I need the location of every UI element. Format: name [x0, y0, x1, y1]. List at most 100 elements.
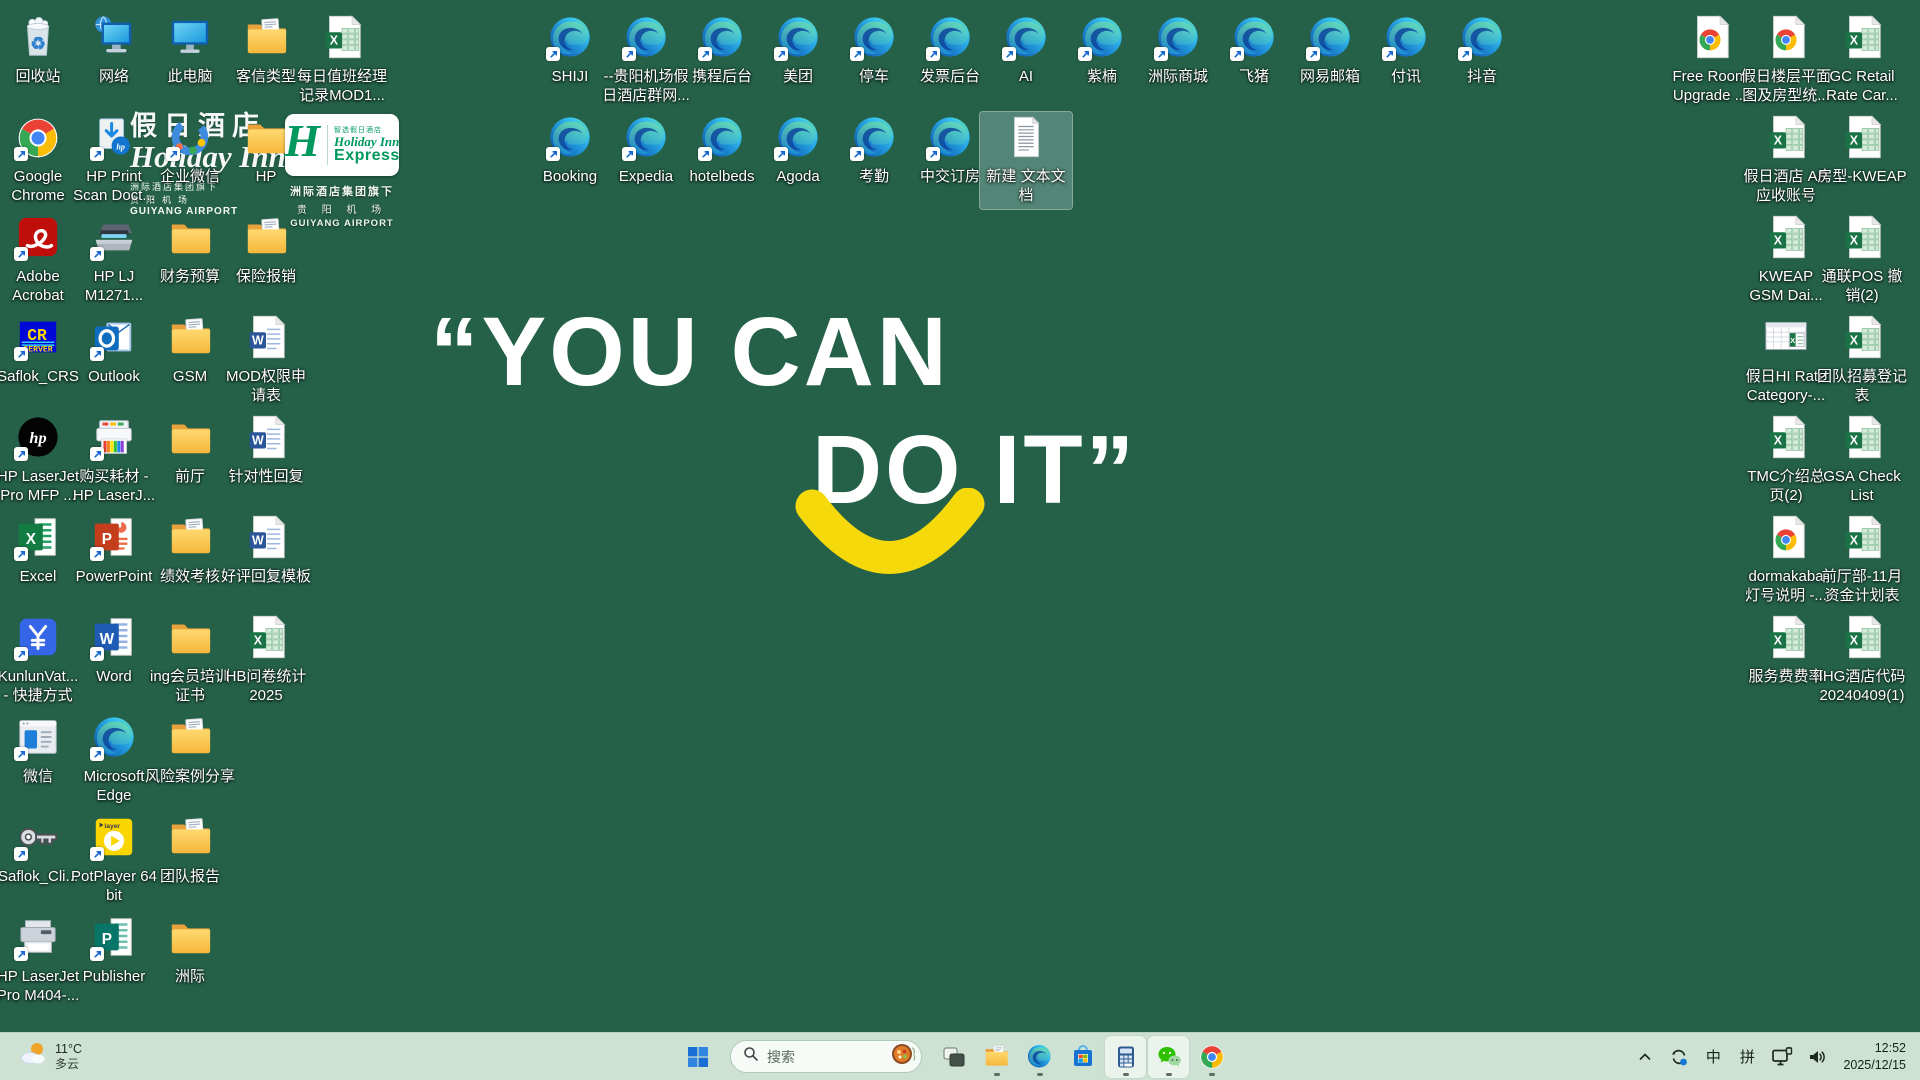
desktop-icon-label: AI: [1019, 67, 1033, 86]
desktop-icon-67-xlsfile[interactable]: X团队招募登记表: [1816, 312, 1908, 405]
taskbar-calculator-button[interactable]: [1105, 1036, 1146, 1078]
desktop-icon-label: 洲际: [175, 967, 205, 986]
xlsfile-icon: X: [1762, 114, 1810, 162]
express-sub1: 洲际酒店集团旗下: [290, 183, 394, 199]
desktop-icon-label: GSM: [173, 367, 207, 386]
desktop-icon-32-folderdocs[interactable]: 风险案例分享: [144, 712, 236, 786]
taskbar-edge-button[interactable]: [1019, 1036, 1060, 1078]
desktop-icon-label: HP LJ M1271...: [85, 267, 143, 305]
svg-text:X: X: [1850, 534, 1859, 548]
search-doodle-icon[interactable]: [890, 1041, 916, 1072]
desktop-icon-label: 回收站: [15, 67, 60, 86]
txt-icon: [1002, 114, 1050, 162]
desktop-icon-63-xlsfile[interactable]: X房型-KWEAP: [1816, 112, 1908, 186]
desktop-icon-label: 每日值班经理 记录MOD1...: [297, 67, 387, 105]
taskbar-task-view-button[interactable]: [933, 1036, 974, 1078]
desktop-icon-51-edge[interactable]: 抖音: [1436, 12, 1528, 86]
ime-language-button[interactable]: 中: [1699, 1038, 1727, 1076]
svg-text:P: P: [102, 531, 112, 548]
weather-icon: [18, 1039, 48, 1074]
ime-mode-button[interactable]: 拼: [1733, 1038, 1761, 1076]
running-indicator: [1209, 1073, 1215, 1076]
desktop-icon-label: Adobe Acrobat: [12, 267, 64, 305]
shortcut-arrow-icon: [14, 347, 28, 361]
desktop-icon-65-xlsfile[interactable]: X通联POS 撤 销(2): [1816, 212, 1908, 305]
crs-icon: CR SERVER: [14, 314, 62, 362]
desktop-icon-label: KWEAP GSM Dai...: [1749, 267, 1822, 305]
weather-condition: 多云: [55, 1057, 82, 1071]
desktop-icon-69-xlsfile[interactable]: XGSA Check List: [1816, 412, 1908, 505]
start-button[interactable]: [676, 1036, 720, 1078]
desktop-icon-35-folderdocs[interactable]: 团队报告: [144, 812, 236, 886]
chevron-up-icon[interactable]: [1631, 1038, 1659, 1076]
desktop-icon-label: 针对性回复: [228, 467, 303, 486]
desktop-icon-label: Saflok_Cli...: [0, 867, 78, 886]
desktop-icon-25-wordfile[interactable]: W好评回复模板: [220, 512, 312, 586]
sync-status-icon[interactable]: [1665, 1038, 1693, 1076]
desktop-icon-61-xlsfile[interactable]: XGC Retail Rate Car...: [1816, 12, 1908, 105]
chromefile-icon: [1762, 514, 1810, 562]
xlsfile-icon: X: [1838, 14, 1886, 62]
desktop-icon-71-xlsfile[interactable]: X前厅部-11月 资金计划表: [1816, 512, 1908, 605]
xlapp-icon: X: [14, 514, 62, 562]
desktop-icon-73-xlsfile[interactable]: XIHG酒店代码 20240409(1): [1816, 612, 1908, 705]
xlsthumb-icon: X: [1762, 314, 1810, 362]
shortcut-arrow-icon: [1458, 47, 1472, 61]
hpprint-icon: hp: [90, 114, 138, 162]
desktop-icon-label: IHG酒店代码 20240409(1): [1819, 667, 1906, 705]
desktop-icon-58-txt[interactable]: 新建 文本文 档: [980, 112, 1072, 209]
running-indicator: [994, 1073, 1000, 1076]
folderdocs-icon: [166, 314, 214, 362]
desktop-icon-38-folder[interactable]: 洲际: [144, 912, 236, 986]
svg-text:X: X: [330, 34, 339, 48]
xlsfile-icon: X: [1838, 514, 1886, 562]
desktop-icon-label: Google Chrome: [11, 167, 64, 205]
svg-text:X: X: [1774, 434, 1783, 448]
svg-text:X: X: [254, 634, 263, 648]
svg-text:X: X: [1790, 336, 1796, 345]
desktop-icon-4-xlsfile[interactable]: X 每日值班经理 记录MOD1...: [296, 12, 388, 105]
desktop-icon-label: 发票后台: [920, 67, 980, 86]
taskbar-chrome-button[interactable]: [1191, 1036, 1232, 1078]
folderdocs-icon: [166, 714, 214, 762]
ethernet-icon[interactable]: [1767, 1038, 1797, 1076]
potplayer-icon: layer: [90, 814, 138, 862]
running-indicator: [1166, 1073, 1172, 1076]
shortcut-arrow-icon: [90, 547, 104, 561]
desktop-icon-label: 服务费费率: [1748, 667, 1823, 686]
shortcut-arrow-icon: [166, 147, 180, 161]
desktop-icon-label: TMC介绍总 页(2): [1747, 467, 1825, 505]
search-box[interactable]: [730, 1040, 922, 1073]
desktop-icon-29-xlsfile[interactable]: XHB问卷统计 2025: [220, 612, 312, 705]
desktop-icon-label: 绩效考核: [160, 567, 220, 586]
taskbar-file-explorer-button[interactable]: [976, 1036, 1017, 1078]
search-input[interactable]: [767, 1049, 882, 1065]
shortcut-arrow-icon: [698, 147, 712, 161]
shortcut-arrow-icon: [90, 847, 104, 861]
shortcut-arrow-icon: [90, 947, 104, 961]
xlsfile-icon: X: [1762, 214, 1810, 262]
taskbar-wechat-button[interactable]: [1148, 1036, 1189, 1078]
running-indicator: [1123, 1073, 1129, 1076]
shortcut-arrow-icon: [546, 147, 560, 161]
desktop-icon-21-wordfile[interactable]: W针对性回复: [220, 412, 312, 486]
desktop-icon-13-folderdocs[interactable]: 保险报销: [220, 212, 312, 286]
weather-widget[interactable]: 11°C 多云: [10, 1033, 90, 1080]
desktop-icon-label: 微信: [23, 767, 53, 786]
desktop-icon-17-wordfile[interactable]: WMOD权限申 请表: [220, 312, 312, 405]
desktop-icon-label: 停车: [859, 67, 889, 86]
clock[interactable]: 12:52 2025/12/15: [1837, 1040, 1912, 1074]
search-icon: [743, 1046, 759, 1067]
volume-icon[interactable]: [1803, 1038, 1831, 1076]
taskbar-microsoft-store-button[interactable]: [1062, 1036, 1103, 1078]
edge-icon: [1306, 14, 1354, 62]
desktop-icon-label: Expedia: [619, 167, 673, 186]
shortcut-arrow-icon: [14, 547, 28, 561]
shortcut-arrow-icon: [14, 247, 28, 261]
desktop-icon-label: 携程后台: [692, 67, 752, 86]
svg-text:X: X: [1850, 34, 1859, 48]
edge-icon: [774, 114, 822, 162]
edge-icon: [698, 14, 746, 62]
edge-icon: [90, 714, 138, 762]
shortcut-arrow-icon: [90, 447, 104, 461]
